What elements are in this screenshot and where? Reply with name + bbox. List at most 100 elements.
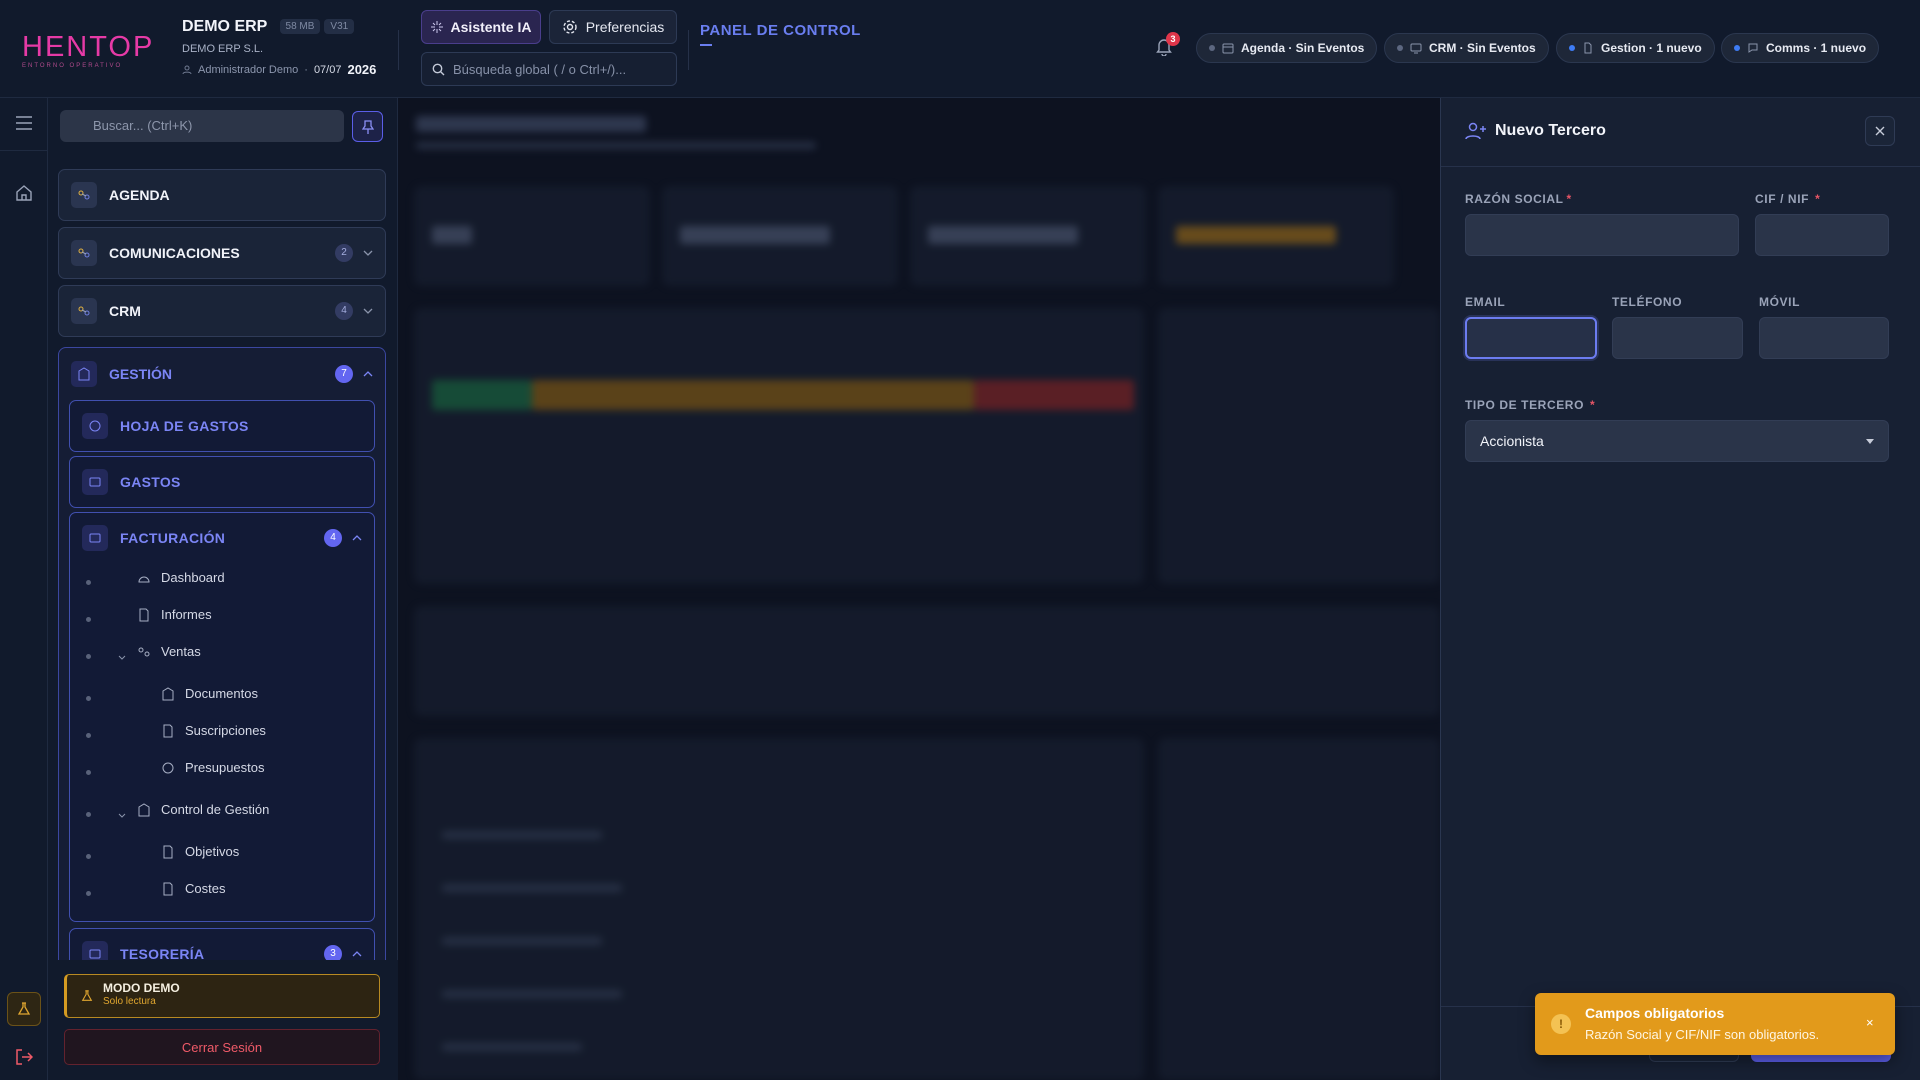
tree-item-costes[interactable]: Costes [161,881,225,896]
logout-button[interactable]: Cerrar Sesión [64,1029,380,1065]
sidebar-search-input[interactable]: Buscar... (Ctrl+K) [60,110,344,142]
status-gestion[interactable]: Gestion · 1 nuevo [1556,33,1715,63]
chevron-up-icon [352,951,362,957]
rail-divider [0,150,48,151]
blurred-panel [414,738,1144,1080]
blurred-row [442,884,622,892]
cif-field[interactable] [1755,214,1889,256]
sidebar-item-crm[interactable]: CRM 4 [58,285,386,337]
sidebar-item-agenda[interactable]: AGENDA [58,169,386,221]
home-button[interactable] [13,182,35,204]
demo-mode-subtitle: Solo lectura [103,996,156,1007]
status-agenda-label: Agenda · Sin Eventos [1241,41,1365,55]
tree-item-informes[interactable]: Informes [137,607,212,622]
crm-icon [71,298,97,324]
monitor-icon [1410,43,1422,54]
sidebar-item-gastos[interactable]: GASTOS [69,456,375,508]
status-dot [1209,45,1215,51]
sidebar-item-label: GESTIÓN [109,366,173,382]
icon-rail [0,98,48,1080]
chevron-down-icon [363,308,373,314]
home-icon [16,185,32,201]
sidebar-item-label: HOJA DE GASTOS [120,418,249,434]
demo-mode-button[interactable] [7,992,41,1026]
sidebar-item-comunicaciones[interactable]: COMUNICACIONES 2 [58,227,386,279]
close-drawer-button[interactable] [1865,116,1895,146]
agenda-icon [71,182,97,208]
blurred-bar-green [432,380,532,410]
separator-dot: · [304,63,308,76]
budget-icon [162,762,174,773]
tree-item-documentos[interactable]: Documentos [161,686,258,701]
blurred-subheading [416,142,816,149]
tree-item-presupuestos[interactable]: Presupuestos [161,760,265,775]
flask-icon [17,1002,31,1015]
expenses-icon [82,469,108,495]
logout-rail-button[interactable] [13,1046,35,1068]
tipo-tercero-select[interactable]: Accionista [1465,420,1889,462]
movil-label: MÓVIL [1759,295,1800,309]
tree-item-label: Documentos [185,686,258,701]
tree-item-label: Suscripciones [185,723,266,738]
app-title: DEMO ERP 58 MB V31 [182,18,355,36]
expenses-sheet-icon [82,413,108,439]
status-comms[interactable]: Comms · 1 nuevo [1721,33,1880,63]
current-date: 07/07 [313,63,342,76]
telefono-field[interactable] [1612,317,1743,359]
invoice-icon [82,525,108,551]
email-label: EMAIL [1465,295,1506,309]
sidebar: Buscar... (Ctrl+K) AGENDA COMUNICACIONES… [48,98,398,1080]
subscription-icon [163,724,173,737]
blurred-bar-red [974,380,1134,410]
preferences-label: Preferencias [585,19,665,35]
panel-title[interactable]: PANEL DE CONTROL [700,22,861,39]
tree-item-label: Objetivos [185,844,240,859]
sidebar-item-gestion[interactable]: GESTIÓN 7 [59,348,385,400]
chevron-down-icon[interactable] [118,813,126,818]
gear-icon [563,20,577,34]
razon-social-field[interactable] [1465,214,1739,256]
tree-item-objetivos[interactable]: Objetivos [161,844,239,859]
global-search-input[interactable]: Búsqueda global ( / o Ctrl+/)... [421,52,677,86]
tree-item-control-de-gestion[interactable]: Control de Gestión [137,802,269,817]
pin-icon [361,119,374,134]
calendar-icon [1222,43,1234,54]
menu-toggle-button[interactable] [13,112,35,134]
blurred-panel [1158,308,1440,584]
building-icon [71,361,97,387]
blurred-row [442,1043,582,1051]
tree-dot [86,891,91,896]
blurred-row [442,937,602,945]
tree-item-suscripciones[interactable]: Suscripciones [161,723,266,738]
required-mark: * [1815,192,1821,206]
email-field[interactable] [1465,317,1597,359]
tipo-tercero-value: Accionista [1480,433,1544,449]
tree-item-label: Presupuestos [185,760,265,775]
cif-label-text: CIF / NIF [1755,192,1810,206]
chevron-down-icon[interactable] [118,655,126,660]
blurred-panel [1158,738,1440,1080]
sidebar-item-hoja-de-gastos[interactable]: HOJA DE GASTOS [69,400,375,452]
status-crm[interactable]: CRM · Sin Eventos [1384,33,1549,63]
ai-assistant-button[interactable]: Asistente IA [421,10,541,44]
ai-assistant-label: Asistente IA [450,19,532,35]
close-toast-button[interactable]: × [1866,1015,1874,1030]
tree-dot [86,580,91,585]
sidebar-item-facturacion[interactable]: FACTURACIÓN 4 [70,513,374,563]
sidebar-item-label: GASTOS [120,474,181,490]
brand-logo[interactable]: HENTOP ENTORNO OPERATIVO [22,32,152,69]
pin-sidebar-button[interactable] [352,111,383,142]
sales-icon [138,647,150,656]
tree-item-dashboard[interactable]: Dashboard [137,570,225,585]
control-icon [138,802,150,816]
movil-field[interactable] [1759,317,1889,359]
costs-icon [163,882,173,895]
toast-message: Razón Social y CIF/NIF son obligatorios. [1585,1027,1820,1042]
top-bar: HENTOP ENTORNO OPERATIVO DEMO ERP 58 MB V… [0,0,1920,98]
required-mark: * [1590,398,1596,412]
status-agenda[interactable]: Agenda · Sin Eventos [1196,33,1378,63]
count-badge: 2 [335,244,353,262]
sidebar-item-label: CRM [109,303,141,319]
tree-item-ventas[interactable]: Ventas [137,644,201,659]
preferences-button[interactable]: Preferencias [549,10,677,44]
